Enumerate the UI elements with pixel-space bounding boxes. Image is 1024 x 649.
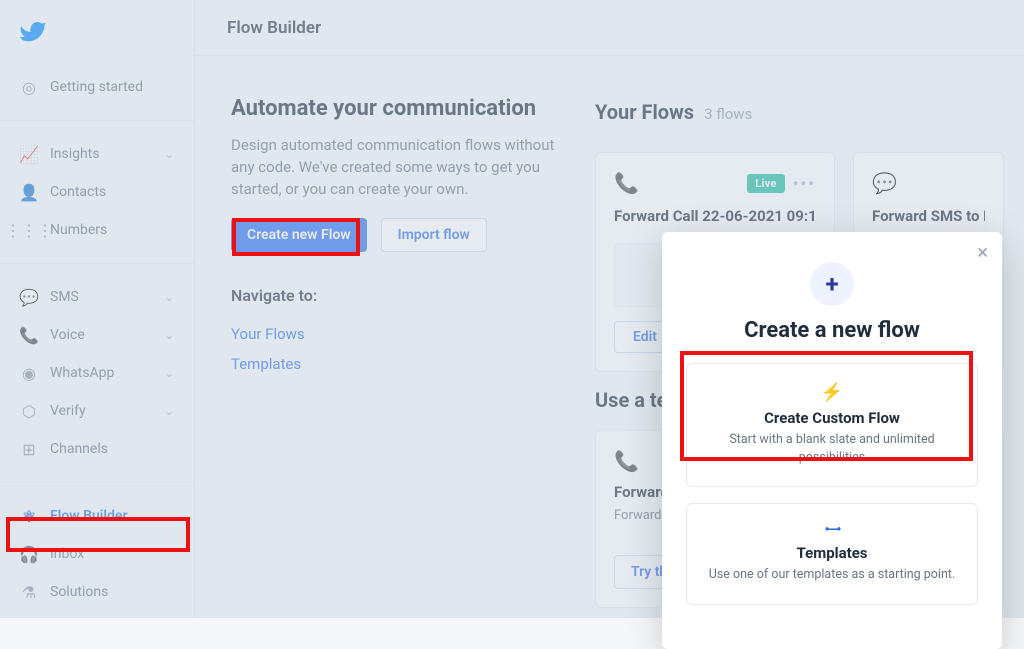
- nav-label: WhatsApp: [50, 365, 153, 381]
- nav-label: Insights: [50, 146, 153, 162]
- chevron-down-icon: ⌄: [165, 291, 174, 304]
- nav-insights[interactable]: 📈 Insights ⌄: [0, 135, 194, 173]
- chevron-down-icon: ⌄: [165, 148, 174, 161]
- whatsapp-icon: ◉: [20, 364, 38, 382]
- nav-label: Solutions: [50, 584, 174, 600]
- flow-icon: ⚛: [20, 507, 38, 525]
- chevron-down-icon: ⌄: [165, 405, 174, 418]
- divider: [0, 120, 194, 121]
- dialpad-icon: ⋮⋮⋮: [20, 221, 38, 239]
- nav-label: Numbers: [50, 222, 174, 238]
- divider: [0, 482, 194, 483]
- nav-label: Channels: [50, 441, 174, 457]
- lightning-icon: ⚡: [703, 382, 961, 403]
- nav-label: SMS: [50, 289, 153, 305]
- create-flow-button[interactable]: Create new Flow: [231, 218, 367, 252]
- shield-icon: ⬡: [20, 402, 38, 420]
- nav-whatsapp[interactable]: ◉ WhatsApp ⌄: [0, 354, 194, 392]
- option-title: Create Custom Flow: [703, 409, 961, 427]
- target-icon: ◎: [20, 78, 38, 96]
- nav-inbox[interactable]: 🎧 Inbox: [0, 535, 194, 573]
- sidebar: ◎ Getting started 📈 Insights ⌄ 👤 Contact…: [0, 0, 195, 618]
- nav-sms[interactable]: 💬 SMS ⌄: [0, 278, 194, 316]
- nav-label: Inbox: [50, 546, 174, 562]
- templates-option[interactable]: •—• Templates Use one of our templates a…: [686, 503, 978, 605]
- divider: [0, 263, 194, 264]
- flask-icon: ⚗: [20, 583, 38, 601]
- nav-label: Contacts: [50, 184, 174, 200]
- close-icon[interactable]: ×: [977, 242, 988, 262]
- chat-icon: 💬: [20, 288, 38, 306]
- nav-label: Verify: [50, 403, 153, 419]
- nav-verify[interactable]: ⬡ Verify ⌄: [0, 392, 194, 430]
- chevron-down-icon: ⌄: [165, 329, 174, 342]
- hero-description: Design automated communication flows wit…: [231, 135, 571, 200]
- user-icon: 👤: [20, 183, 38, 201]
- headset-icon: 🎧: [20, 545, 38, 563]
- nav-flow-builder[interactable]: ⚛ Flow Builder: [0, 497, 194, 535]
- nav-label: Getting started: [50, 79, 174, 95]
- create-custom-flow-option[interactable]: ⚡ Create Custom Flow Start with a blank …: [686, 363, 978, 487]
- nav-label: Voice: [50, 327, 153, 343]
- nav-solutions[interactable]: ⚗ Solutions: [0, 573, 194, 611]
- grid-icon: ⊞: [20, 440, 38, 458]
- nav-voice[interactable]: 📞 Voice ⌄: [0, 316, 194, 354]
- option-desc: Use one of our templates as a starting p…: [703, 566, 961, 584]
- hero-heading: Automate your communication: [231, 96, 988, 121]
- nav-numbers[interactable]: ⋮⋮⋮ Numbers: [0, 211, 194, 249]
- option-title: Templates: [703, 544, 961, 562]
- modal-title: Create a new flow: [686, 318, 978, 343]
- nav-contacts[interactable]: 👤 Contacts: [0, 173, 194, 211]
- import-flow-button[interactable]: Import flow: [381, 218, 487, 252]
- option-desc: Start with a blank slate and unlimited p…: [703, 431, 961, 466]
- create-flow-modal: × + Create a new flow ⚡ Create Custom Fl…: [662, 232, 1002, 649]
- bird-icon: [20, 18, 48, 46]
- plus-icon: +: [810, 262, 854, 306]
- phone-icon: 📞: [20, 326, 38, 344]
- nav-label: Flow Builder: [50, 508, 174, 524]
- brand-logo: [0, 0, 194, 68]
- page-title: Flow Builder: [227, 18, 321, 38]
- nav-getting-started[interactable]: ◎ Getting started: [0, 68, 194, 106]
- nav-channels[interactable]: ⊞ Channels: [0, 430, 194, 468]
- page-header: Flow Builder: [195, 0, 1024, 56]
- chevron-down-icon: ⌄: [165, 367, 174, 380]
- chart-icon: 📈: [20, 145, 38, 163]
- nodes-icon: •—•: [703, 522, 961, 538]
